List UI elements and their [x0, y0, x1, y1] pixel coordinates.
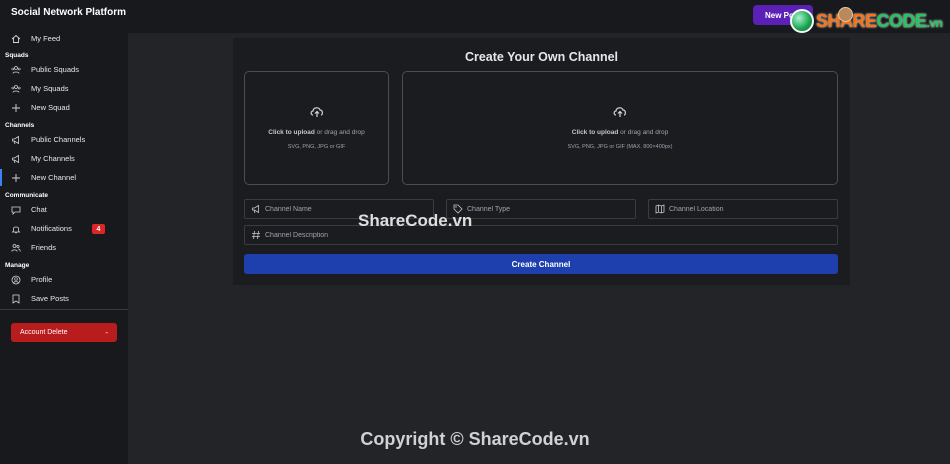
- users-icon: [11, 65, 21, 74]
- account-delete-button[interactable]: Account Delete -: [11, 323, 117, 342]
- sidebar-divider: [0, 309, 128, 310]
- sidebar: My Feed Squads Public Squads My Squads N…: [0, 33, 128, 464]
- hash-icon: [252, 230, 260, 240]
- megaphone-icon: [12, 154, 19, 163]
- bell-icon: [11, 226, 21, 233]
- sidebar-item-save-posts[interactable]: Save Posts: [0, 290, 128, 307]
- home-icon: [11, 34, 21, 43]
- sharecode-logo-icon: [790, 9, 814, 33]
- section-heading-communicate: Communicate: [5, 192, 48, 199]
- sidebar-item-chat[interactable]: Chat: [0, 201, 128, 218]
- sidebar-item-public-squads[interactable]: Public Squads: [0, 61, 128, 78]
- watermark-center: ShareCode.vn: [358, 211, 473, 230]
- profile-icon: [11, 275, 21, 284]
- create-channel-card: Create Your Own Channel Click to upload …: [233, 38, 850, 285]
- sidebar-item-public-channels[interactable]: Public Channels: [0, 131, 128, 148]
- sidebar-item-friends[interactable]: Friends: [0, 239, 128, 256]
- channel-description-input[interactable]: [265, 229, 833, 242]
- user-avatar[interactable]: [838, 7, 853, 22]
- upload-instruction: Click to upload or drag and drop: [268, 129, 365, 136]
- channel-description-field[interactable]: [244, 225, 838, 245]
- friends-icon: [11, 243, 21, 252]
- cover-upload-dropzone[interactable]: Click to upload or drag and drop SVG, PN…: [402, 71, 838, 185]
- plus-icon: [12, 103, 20, 112]
- watermark-copyright: Copyright © ShareCode.vn: [360, 429, 590, 449]
- notifications-count-badge: 4: [92, 224, 105, 234]
- megaphone-icon: [12, 135, 19, 144]
- channel-location-input[interactable]: [669, 203, 833, 216]
- channel-location-field[interactable]: [648, 199, 838, 219]
- cloud-upload-icon: [613, 107, 626, 117]
- sidebar-item-notifications[interactable]: Notifications: [0, 220, 128, 237]
- map-icon: [655, 204, 665, 214]
- collapse-dash-icon: -: [105, 328, 108, 337]
- bookmark-icon: [12, 294, 20, 304]
- chat-icon: [11, 206, 21, 215]
- sharecode-logo-text: SHARECODE.vn: [816, 10, 943, 31]
- sidebar-item-new-squad[interactable]: New Squad: [0, 99, 128, 116]
- plus-icon: [12, 173, 20, 182]
- upload-format-hint: SVG, PNG, JPG or GIF (MAX. 800×400px): [567, 144, 673, 150]
- sidebar-item-my-channels[interactable]: My Channels: [0, 150, 128, 167]
- sharecode-logo: SHARECODE.vn: [790, 9, 943, 33]
- channel-type-input[interactable]: [467, 203, 631, 216]
- cloud-upload-icon: [310, 107, 323, 117]
- megaphone-icon: [252, 204, 259, 214]
- users-icon: [11, 84, 21, 93]
- section-heading-channels: Channels: [5, 122, 35, 129]
- sidebar-item-profile[interactable]: Profile: [0, 271, 128, 288]
- app-title: Social Network Platform: [11, 7, 127, 18]
- sidebar-item-my-feed[interactable]: My Feed: [0, 30, 128, 47]
- create-channel-button[interactable]: Create Channel: [244, 254, 838, 274]
- channel-type-field[interactable]: [446, 199, 636, 219]
- avatar-upload-dropzone[interactable]: Click to upload or drag and drop SVG, PN…: [244, 71, 389, 185]
- upload-format-hint: SVG, PNG, JPG or GIF: [287, 144, 346, 150]
- top-bar: Social Network Platform New Post SHARECO…: [0, 0, 950, 33]
- section-heading-squads: Squads: [5, 52, 29, 59]
- upload-instruction: Click to upload or drag and drop: [571, 129, 669, 136]
- sidebar-item-new-channel[interactable]: New Channel: [0, 169, 128, 186]
- sidebar-item-my-squads[interactable]: My Squads: [0, 80, 128, 97]
- page-title: Create Your Own Channel: [464, 50, 619, 64]
- section-heading-manage: Manage: [5, 262, 30, 269]
